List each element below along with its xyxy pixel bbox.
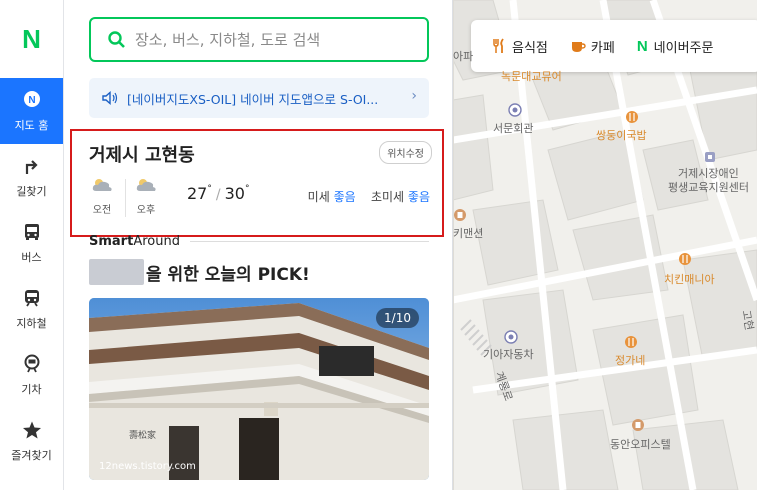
weather-card: 거제시 고현동 위치수정 오전 오후 27°/30° 미세 좋음 초미세 좋음 (70, 129, 444, 237)
search-panel: [네이버지도XS-OIL] 네이버 지도앱으로 S-OI... › 거제시 고현… (65, 0, 453, 490)
notice-text: [네이버지도XS-OIL] 네이버 지도앱으로 S-OI... (127, 91, 379, 107)
left-nav: N N 지도 홈 길찾기 버스 지하철 기차 즐겨찾기 (0, 0, 64, 490)
poi-chicken[interactable]: 치킨매니아 (664, 271, 715, 287)
naver-logo-text: N (22, 23, 41, 54)
train-icon (21, 353, 43, 375)
weather-location: 거제시 고현동 (89, 145, 195, 166)
nav-item-favorites[interactable]: 즐겨찾기 (0, 408, 63, 474)
nav-label: 버스 (21, 251, 42, 264)
high-temp: 30 (224, 184, 245, 203)
apartment-pin-icon (454, 209, 466, 221)
am-label: 오전 (92, 205, 112, 216)
poi-jeongga[interactable]: 정가네 (615, 352, 645, 368)
ultrafine-dust-value: 좋음 (407, 190, 430, 204)
cloud-icon (136, 179, 156, 191)
building-pin-icon (504, 330, 518, 344)
pick-title-text: 을 위한 오늘의 PICK! (146, 264, 310, 285)
search-icon (108, 30, 125, 48)
restaurant-pin-icon (679, 253, 691, 265)
temperature: 27°/30° (187, 184, 249, 203)
subway-icon (21, 287, 43, 309)
restaurant-pin-icon (626, 111, 638, 123)
pick-title: 을 위한 오늘의 PICK! (89, 259, 310, 285)
nav-item-subway[interactable]: 지하철 (0, 276, 63, 342)
ultrafine-dust-label: 초미세 (370, 190, 405, 204)
poi-dongan[interactable]: 동안오피스텔 (610, 436, 671, 452)
building-photo: 壽松家 (89, 298, 429, 480)
weather-pm: 오후 (128, 175, 164, 216)
search-input[interactable] (135, 30, 405, 49)
cloud-icon (92, 179, 112, 191)
temp-separator: / (215, 187, 221, 203)
fine-dust-label: 미세 (307, 190, 330, 204)
nav-label: 즐겨찾기 (11, 449, 52, 462)
directions-icon (21, 155, 43, 177)
dust-info: 미세 좋음 초미세 좋음 (308, 188, 430, 205)
bus-icon (21, 221, 43, 243)
poi-label[interactable]: 녹문대교뮤어 (501, 68, 562, 84)
map-category-bar: 음식점 카페 N 네이버주문 (471, 20, 757, 72)
poi-kia[interactable]: 기아자동차 (483, 346, 534, 362)
weather-divider (125, 179, 126, 217)
poi-kimaension[interactable]: 키맨션 (453, 225, 483, 241)
poi-label[interactable]: 아파 (453, 48, 473, 64)
divider (189, 241, 429, 242)
chevron-right-icon: › (411, 88, 417, 104)
nav-item-train[interactable]: 기차 (0, 342, 63, 408)
pm-label: 오후 (136, 205, 156, 216)
category-restaurant[interactable]: 음식점 (491, 37, 548, 56)
restaurant-pin-icon (625, 336, 637, 348)
degree-sign: ° (244, 184, 250, 194)
notice-banner[interactable]: [네이버지도XS-OIL] 네이버 지도앱으로 S-OI... › (89, 78, 429, 118)
nav-item-directions[interactable]: 길찾기 (0, 144, 63, 210)
nav-item-bus[interactable]: 버스 (0, 210, 63, 276)
map-view[interactable]: 음식점 카페 N 네이버주문 아파 녹문대교뮤어 서문회관 쌍둥이국밥 거제시장… (453, 0, 757, 490)
category-naver-order[interactable]: N 네이버주문 (637, 37, 714, 56)
photo-counter: 1/10 (376, 308, 419, 328)
coffee-cup-icon (571, 42, 586, 52)
poi-ssangdung[interactable]: 쌍둥이국밥 (596, 127, 647, 143)
smart-around-header: Smart Around (89, 234, 429, 249)
naver-logo[interactable]: N (0, 0, 63, 78)
location-edit-button[interactable]: 위치수정 (379, 141, 432, 164)
apartment-pin-icon (632, 419, 644, 431)
speaker-icon (102, 90, 118, 106)
category-label: 네이버주문 (653, 40, 714, 56)
map-canvas (453, 0, 757, 490)
poi-geoje-center-2[interactable]: 평생교육지원센터 (668, 179, 749, 195)
road-go: 고현 (739, 308, 756, 332)
nav-label: 지도 홈 (14, 119, 49, 132)
poi-seomun[interactable]: 서문회관 (493, 120, 533, 136)
blurred-username (89, 259, 144, 285)
pick-photo[interactable]: 壽松家 1/10 12news.tistory.com (89, 298, 429, 480)
app-root: N N 지도 홈 길찾기 버스 지하철 기차 즐겨찾기 장소, 버스, 지하철,… (0, 0, 757, 490)
weather-am: 오전 (84, 175, 120, 216)
search-box[interactable] (89, 17, 429, 62)
svg-text:N: N (28, 95, 35, 106)
category-label: 카페 (590, 40, 615, 56)
degree-sign: ° (207, 184, 212, 194)
star-icon (21, 419, 43, 441)
naver-n-icon: N (636, 37, 648, 55)
fork-knife-icon (493, 38, 504, 53)
nav-item-map-home[interactable]: N 지도 홈 (0, 78, 63, 144)
photo-watermark: 12news.tistory.com (99, 461, 196, 472)
map-pin-icon: N (21, 89, 43, 111)
fine-dust-value: 좋음 (333, 190, 356, 204)
low-temp: 27 (187, 184, 208, 203)
office-pin-icon (705, 152, 715, 162)
smart-around-brand-b: Around (133, 234, 180, 249)
category-cafe[interactable]: 카페 (570, 37, 615, 56)
building-pin-icon (508, 103, 522, 117)
nav-label: 기차 (21, 383, 42, 396)
svg-text:壽松家: 壽松家 (129, 429, 156, 441)
nav-label: 지하철 (16, 317, 47, 330)
smart-around-brand: Smart (89, 234, 134, 249)
category-label: 음식점 (512, 40, 548, 56)
nav-label: 길찾기 (16, 185, 47, 198)
